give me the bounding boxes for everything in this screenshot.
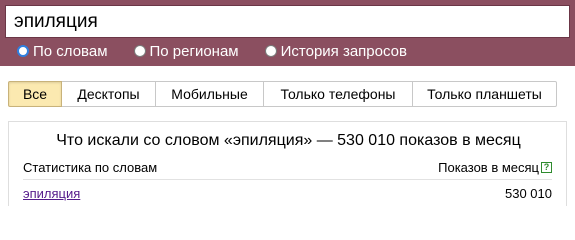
radio-icon-checked[interactable] <box>17 45 29 57</box>
mode-query-history[interactable]: История запросов <box>264 42 407 60</box>
column-header-phrases: Статистика по словам <box>23 160 158 175</box>
tab-all[interactable]: Все <box>8 81 62 107</box>
search-header: По словам По регионам История запросов <box>0 0 575 66</box>
help-icon[interactable]: ? <box>541 162 552 173</box>
column-header-impressions-label: Показов в месяц <box>438 160 539 175</box>
divider <box>23 179 552 180</box>
column-header-impressions: Показов в месяц ? <box>438 160 552 175</box>
search-input[interactable] <box>5 5 570 38</box>
phrase-link[interactable]: эпиляция <box>23 186 80 201</box>
search-mode-selector: По словам По регионам История запросов <box>0 38 575 64</box>
mode-by-words-label: По словам <box>33 42 108 60</box>
mode-by-words[interactable]: По словам <box>17 43 108 60</box>
tab-desktops[interactable]: Десктопы <box>62 81 156 107</box>
mode-by-regions-label: По регионам <box>149 42 239 60</box>
impressions-count: 530 010 <box>505 186 552 201</box>
device-tabs: Все Десктопы Мобильные Только телефоны Т… <box>8 81 557 107</box>
tab-phones-only[interactable]: Только телефоны <box>264 81 413 107</box>
radio-icon[interactable] <box>133 45 146 57</box>
word-stats-panel: Что искали со словом «эпиляция» — 530 01… <box>8 121 567 206</box>
stats-title: Что искали со словом «эпиляция» — 530 01… <box>56 132 521 149</box>
tab-mobile[interactable]: Мобильные <box>156 81 264 107</box>
radio-icon[interactable] <box>264 45 277 57</box>
tab-tablets-only[interactable]: Только планшеты <box>413 81 557 107</box>
mode-by-regions[interactable]: По регионам <box>133 42 239 60</box>
mode-query-history-label: История запросов <box>280 42 407 60</box>
